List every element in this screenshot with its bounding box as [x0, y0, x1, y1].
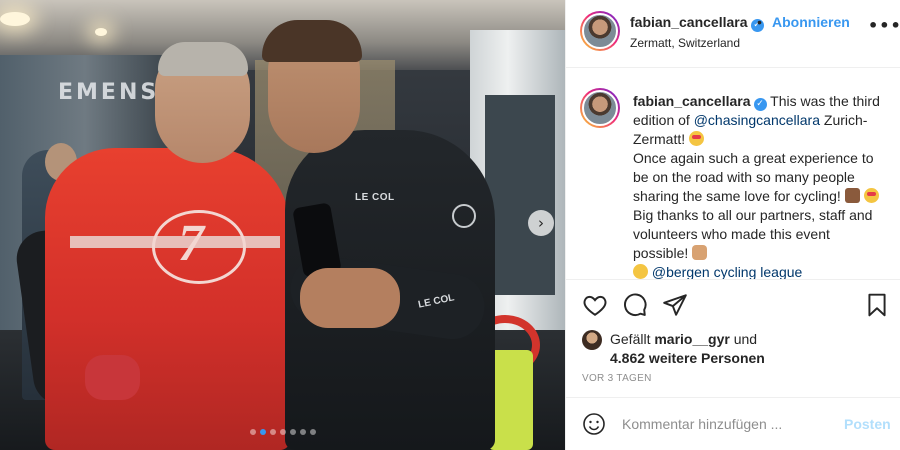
heart-icon[interactable]	[582, 292, 608, 318]
smiley-icon[interactable]	[582, 412, 606, 436]
carousel-dot	[279, 429, 286, 435]
share-icon[interactable]	[662, 292, 688, 318]
carousel-dot	[289, 429, 296, 435]
ceiling-light	[0, 12, 30, 26]
comment-input[interactable]	[622, 414, 832, 434]
post-location[interactable]: Zermatt, Switzerland	[630, 36, 740, 50]
flexed-biceps-emoji-icon	[692, 245, 708, 260]
sponsor-logo	[452, 204, 476, 228]
bookmark-icon[interactable]	[864, 292, 890, 318]
liker-username[interactable]: mario__gyr	[654, 331, 729, 347]
mention-link[interactable]: @chasingcancellara	[694, 112, 820, 128]
mention-link[interactable]: @bergen cycling league	[652, 264, 802, 279]
more-options-icon[interactable]: •••	[868, 16, 900, 35]
author-username[interactable]: fabian_cancellara ✓	[630, 14, 764, 32]
carousel-dot	[299, 429, 306, 435]
rider-left-glove	[85, 355, 140, 400]
rider-right-hair	[262, 20, 362, 62]
post-timestamp[interactable]: VOR 3 TAGEN	[582, 373, 652, 384]
next-slide-button[interactable]: ›	[528, 210, 554, 236]
rider-right-hand	[300, 268, 400, 328]
jersey-brand-chest: LE COL	[355, 192, 395, 203]
rider-left-jersey	[45, 148, 290, 450]
carousel-dot	[259, 429, 266, 435]
post-actions: Gefällt mario__gyr und 4.862 weitere Per…	[566, 279, 900, 397]
caption-text: fabian_cancellara ✓ This was the third ed…	[633, 93, 880, 279]
emoji-icon	[633, 264, 648, 279]
caption-username[interactable]: fabian_cancellara	[633, 93, 751, 109]
post-caption: fabian_cancellara ✓ This was the third ed…	[566, 69, 900, 279]
chevron-right-icon: ›	[538, 214, 544, 232]
heart-eyes-emoji-icon	[863, 188, 879, 203]
verified-badge-icon: ✓	[753, 98, 767, 111]
author-avatar[interactable]	[580, 11, 620, 51]
liker-avatar[interactable]	[582, 330, 602, 350]
post-comment-button[interactable]: Posten	[844, 416, 891, 432]
carousel-dot	[249, 429, 256, 435]
door-glass	[485, 95, 555, 295]
heart-eyes-emoji-icon	[689, 131, 705, 146]
comment-box: Posten	[566, 397, 900, 450]
follow-button[interactable]: Abonnieren	[772, 14, 850, 30]
post-photo[interactable]: EMENS 7 LE COL LE COL ›	[0, 0, 565, 450]
carousel-dot	[309, 429, 316, 435]
jersey-logo-mark: 7	[178, 215, 204, 272]
building-sign: EMENS	[58, 80, 160, 105]
separator-dot: •	[757, 14, 762, 30]
post-sidebar: fabian_cancellara ✓ • Abonnieren Zermatt,…	[565, 0, 900, 450]
likes-count[interactable]: 4.862 weitere Personen	[610, 350, 765, 366]
caption-avatar[interactable]	[580, 88, 620, 128]
ceiling-light	[95, 28, 107, 36]
carousel-dot	[269, 429, 276, 435]
couple-emoji-icon	[844, 188, 860, 203]
post-header: fabian_cancellara ✓ • Abonnieren Zermatt,…	[566, 0, 900, 68]
carousel-indicator	[0, 429, 565, 435]
comment-icon[interactable]	[622, 292, 648, 318]
rider-left-hair	[158, 42, 248, 76]
